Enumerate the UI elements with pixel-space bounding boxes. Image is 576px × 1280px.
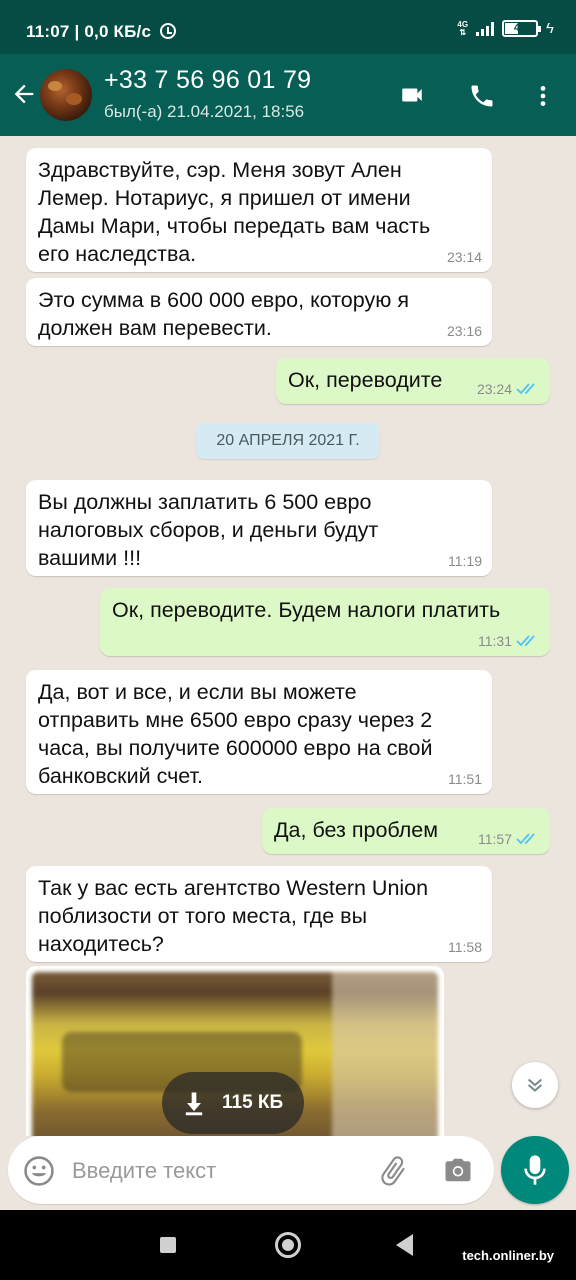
battery-icon: 42 [502,20,542,37]
home-button[interactable] [275,1232,301,1258]
paperclip-icon[interactable] [376,1154,410,1188]
message-text: Так у вас есть агентство Western Union п… [38,876,429,956]
message-outgoing[interactable]: Ок, переводите. Будем налоги платить 11:… [100,588,550,656]
message-time: 11:19 [448,553,482,569]
chat-area[interactable]: Здравствуйте, сэр. Меня зовут Ален Лемер… [0,136,576,1136]
message-incoming[interactable]: Так у вас есть агентство Western Union п… [26,866,492,962]
camera-icon[interactable] [442,1155,474,1185]
message-time: 23:14 [446,249,482,265]
system-navigation-bar [0,1210,576,1280]
message-text: Здравствуйте, сэр. Меня зовут Ален Лемер… [38,158,431,266]
recents-button[interactable] [160,1237,176,1253]
more-vertical-icon[interactable] [530,82,556,110]
message-text: Вы должны заплатить 6 500 евро налоговых… [38,490,379,570]
charging-icon: ϟ [546,20,554,37]
message-composer: Введите текст [0,1136,576,1210]
status-speed: 0,0 КБ/с [84,22,152,41]
message-outgoing[interactable]: Да, без проблем 11:57 [262,808,550,854]
message-time: 23:16 [446,323,482,339]
message-time: 11:51 [448,771,482,787]
message-input-placeholder[interactable]: Введите текст [72,1158,216,1184]
alarm-icon [160,23,177,39]
battery-level: 42 [513,22,527,34]
video-call-icon[interactable] [396,82,428,108]
status-bar: 11:07 | 0,0 КБ/с 4G ⇅ 42 ϟ [0,0,576,54]
date-separator: 20 АПРЕЛЯ 2021 Г. [196,423,380,459]
message-text: Ок, переводите. Будем налоги платить [112,598,501,622]
message-time: 23:24 [476,381,512,397]
download-button[interactable]: 115 КБ [162,1072,304,1134]
message-time: 11:57 [478,831,512,847]
contact-name[interactable]: +33 7 56 96 01 79 [104,66,311,95]
scroll-to-bottom-button[interactable] [512,1062,558,1108]
message-input-box[interactable]: Введите текст [8,1136,494,1204]
message-text: Это сумма в 600 000 евро, которую я долж… [38,288,409,340]
message-incoming[interactable]: Вы должны заплатить 6 500 евро налоговых… [26,480,492,576]
emoji-icon[interactable] [22,1154,56,1188]
read-ticks-icon [516,833,535,845]
avatar[interactable] [40,69,92,121]
arrow-left-icon[interactable] [10,80,38,108]
system-back-button[interactable] [396,1234,413,1256]
last-seen-status: был(-а) 21.04.2021, 18:56 [104,102,305,121]
status-left: 11:07 | 0,0 КБ/с [26,22,177,42]
message-incoming[interactable]: Здравствуйте, сэр. Меня зовут Ален Лемер… [26,148,492,272]
read-ticks-icon [516,635,535,647]
microphone-button[interactable] [501,1136,569,1204]
message-outgoing[interactable]: Ок, переводите 23:24 [276,358,550,404]
microphone-icon [524,1155,546,1185]
message-incoming[interactable]: Это сумма в 600 000 евро, которую я долж… [26,278,492,346]
message-text: Да, вот и все, и если вы можете отправит… [38,680,433,788]
watermark: tech.onliner.by [462,1248,554,1263]
download-size: 115 КБ [222,1092,284,1113]
status-time: 11:07 [26,22,70,41]
message-time: 11:58 [448,939,482,955]
chat-header: +33 7 56 96 01 79 был(-а) 21.04.2021, 18… [0,54,576,136]
message-time: 11:31 [478,633,512,649]
network-type-icon: 4G ⇅ [457,19,469,37]
message-incoming[interactable]: Да, вот и все, и если вы можете отправит… [26,670,492,794]
read-ticks-icon [516,383,535,395]
signal-icon [476,21,495,36]
download-arrow-icon [185,1092,203,1116]
phone-call-icon[interactable] [468,82,496,110]
double-chevron-down-icon [527,1078,543,1092]
status-right: 4G ⇅ 42 ϟ [457,20,554,37]
